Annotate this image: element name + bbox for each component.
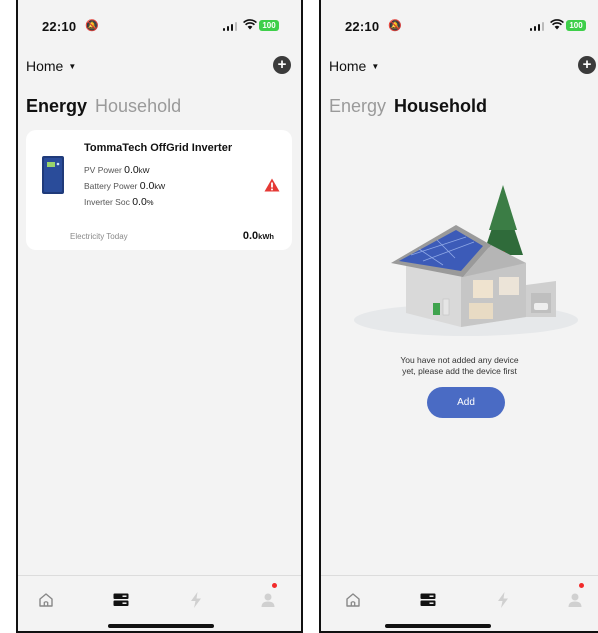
inverter-soc-value: 0.0	[132, 196, 147, 208]
empty-state-line2: yet, please add the device first	[402, 366, 517, 376]
electricity-today-value-group: 0.0kWh	[243, 230, 274, 242]
status-bar: 22:10 🔕 100	[321, 0, 598, 40]
battery-power-unit: kW	[154, 182, 166, 191]
home-selector-label: Home	[329, 58, 367, 74]
warning-icon	[264, 178, 280, 197]
home-selector[interactable]: Home ▼	[26, 58, 76, 74]
profile-icon[interactable]	[258, 590, 278, 610]
inverter-image	[40, 155, 66, 200]
inverter-soc-unit: %	[146, 198, 154, 207]
status-time: 22:10	[345, 19, 380, 34]
electricity-today-value: 0.0	[242, 230, 259, 242]
house-illustration	[351, 185, 581, 345]
bottom-tab-bar	[321, 575, 598, 631]
devices-icon[interactable]	[418, 590, 438, 610]
signal-icon	[529, 22, 544, 31]
view-tabs: Energy Household	[329, 96, 487, 117]
battery-indicator: 100	[566, 20, 586, 31]
tab-household[interactable]: Household	[394, 96, 487, 117]
pv-power-label: PV Power	[84, 165, 122, 175]
wifi-icon	[243, 18, 257, 33]
caret-down-icon: ▼	[68, 61, 77, 71]
profile-icon[interactable]	[565, 590, 585, 610]
energy-screen: 22:10 🔕 100 Home ▼ + Energy Household To…	[16, 0, 303, 633]
pv-power-value: 0.0	[124, 164, 139, 176]
pv-power-unit: kW	[138, 166, 150, 175]
caret-down-icon: ▼	[371, 61, 380, 71]
battery-power-value: 0.0	[139, 180, 155, 192]
view-tabs: Energy Household	[26, 96, 181, 117]
empty-state-line1: You have not added any device	[400, 355, 519, 365]
status-time: 22:10	[42, 19, 77, 34]
electricity-today-unit: kWh	[258, 232, 274, 241]
energy-icon[interactable]	[186, 590, 206, 610]
empty-state-message: You have not added any device yet, pleas…	[321, 355, 598, 377]
tab-household[interactable]: Household	[95, 96, 181, 117]
household-screen: 22:10 🔕 100 Home ▼ + Energy Household Yo…	[319, 0, 598, 633]
battery-power-row: Battery Power 0.0kW	[84, 180, 165, 192]
pv-power-row: PV Power 0.0kW	[84, 164, 150, 176]
silent-bell-icon: 🔕	[85, 20, 99, 32]
device-card[interactable]: TommaTech OffGrid Inverter PV Power 0.0k…	[26, 130, 292, 250]
add-icon[interactable]: +	[578, 56, 596, 74]
add-icon[interactable]: +	[273, 56, 291, 74]
inverter-soc-row: Inverter Soc 0.0%	[84, 196, 153, 208]
home-indicator	[385, 624, 491, 628]
add-device-button[interactable]: Add	[427, 387, 505, 418]
notification-badge	[272, 583, 277, 588]
devices-icon[interactable]	[111, 590, 131, 610]
header: Home ▼ +	[26, 56, 293, 80]
signal-icon	[222, 22, 237, 31]
wifi-icon	[550, 18, 564, 33]
bottom-tab-bar	[18, 575, 301, 631]
home-indicator	[108, 624, 214, 628]
battery-power-label: Battery Power	[84, 181, 138, 191]
tab-energy[interactable]: Energy	[329, 96, 386, 117]
status-bar: 22:10 🔕 100	[18, 0, 301, 40]
tab-energy[interactable]: Energy	[26, 96, 87, 117]
electricity-today-label: Electricity Today	[70, 232, 128, 241]
home-selector-label: Home	[26, 58, 64, 74]
energy-icon[interactable]	[493, 590, 513, 610]
notification-badge	[579, 583, 584, 588]
home-icon[interactable]	[343, 590, 363, 610]
header: Home ▼ +	[329, 56, 596, 80]
silent-bell-icon: 🔕	[388, 20, 402, 32]
device-name: TommaTech OffGrid Inverter	[84, 142, 233, 154]
home-icon[interactable]	[36, 590, 56, 610]
inverter-soc-label: Inverter Soc	[84, 197, 130, 207]
battery-indicator: 100	[259, 20, 279, 31]
home-selector[interactable]: Home ▼	[329, 58, 379, 74]
